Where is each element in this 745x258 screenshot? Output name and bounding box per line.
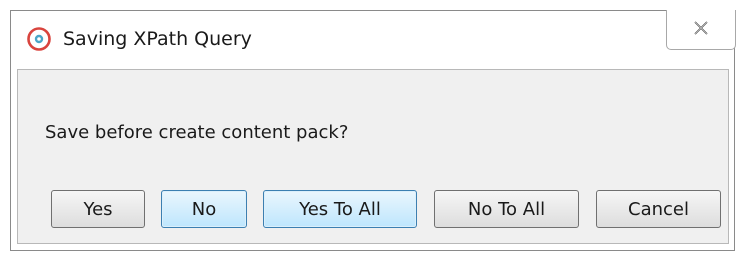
save-dialog: Saving XPath Query Save before create co… [10, 10, 736, 251]
title-bar: Saving XPath Query [11, 10, 736, 77]
cancel-button[interactable]: Cancel [596, 190, 721, 228]
window-title: Saving XPath Query [63, 28, 252, 50]
yes-to-all-button[interactable]: Yes To All [263, 190, 417, 228]
no-to-all-button[interactable]: No To All [434, 190, 579, 228]
close-button[interactable] [666, 10, 736, 50]
close-x-icon [693, 20, 709, 39]
dialog-message: Save before create content pack? [45, 122, 349, 143]
yes-button[interactable]: Yes [51, 190, 145, 228]
dialog-content: Save before create content pack? Yes No … [17, 69, 729, 244]
no-button[interactable]: No [161, 190, 247, 228]
app-logo-icon [27, 27, 51, 51]
